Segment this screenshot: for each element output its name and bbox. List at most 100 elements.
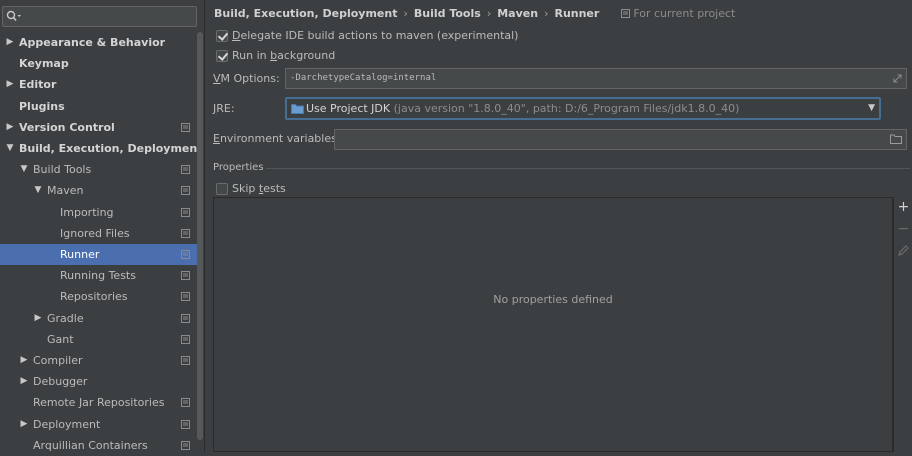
collapsed-arrow-icon[interactable]: ▶	[18, 371, 30, 392]
expanded-arrow-icon[interactable]: ▼	[18, 159, 30, 180]
project-scope-icon	[181, 398, 190, 408]
sidebar-item-gradle[interactable]: ▶ Gradle	[0, 308, 203, 329]
run-in-background-label: Run in background	[232, 49, 336, 62]
remove-property-button[interactable]: −	[896, 222, 911, 237]
project-scope-icon	[621, 9, 631, 18]
sidebar-item-debugger[interactable]: ▶ Debugger	[0, 371, 203, 392]
sidebar-item-label: Build, Execution, Deployment	[19, 142, 203, 155]
sidebar-item-label: Deployment	[33, 417, 101, 431]
collapsed-arrow-icon[interactable]: ▶	[18, 414, 30, 435]
breadcrumb-item: Maven	[497, 7, 539, 20]
browse-folder-icon[interactable]	[890, 134, 902, 144]
project-scope-icon	[181, 186, 190, 196]
breadcrumb-separator: ›	[486, 7, 492, 20]
sidebar-item-label: Editor	[19, 78, 57, 92]
collapsed-arrow-icon[interactable]: ▶	[4, 32, 16, 53]
skip-tests-label: Skip tests	[232, 182, 286, 195]
skip-tests-checkbox[interactable]	[216, 183, 228, 195]
sidebar-item-build-execution-deployment[interactable]: ▼ Build, Execution, Deployment	[0, 138, 203, 159]
vm-options-label: VM Options:	[213, 72, 280, 85]
vm-options-input[interactable]: -DarchetypeCatalog=internal	[285, 68, 907, 89]
jre-label: JRE:	[213, 102, 235, 115]
settings-sidebar: ▶ Appearance & Behavior Keymap ▶ Editor Plugi…	[0, 0, 205, 452]
project-scope-icon	[181, 122, 190, 132]
expanded-arrow-icon[interactable]: ▼	[4, 138, 16, 159]
project-scope-icon	[181, 313, 190, 323]
sidebar-item-remote-jar-repositories[interactable]: Remote Jar Repositories	[0, 392, 203, 413]
sidebar-item-label: Plugins	[19, 99, 65, 113]
collapsed-arrow-icon[interactable]: ▶	[18, 350, 30, 371]
project-scope-icon	[181, 250, 190, 259]
breadcrumb-item: Runner	[554, 7, 600, 20]
sidebar-item-label: Running Tests	[60, 269, 136, 283]
runner-settings-panel: Build, Execution, Deployment › Build Tools…	[206, 0, 912, 452]
sidebar-item-running-tests[interactable]: Running Tests	[0, 265, 203, 286]
project-scope-icon	[181, 334, 190, 344]
properties-empty-message: No properties defined	[493, 293, 613, 306]
sidebar-item-compiler[interactable]: ▶ Compiler	[0, 350, 203, 371]
collapsed-arrow-icon[interactable]: ▶	[32, 308, 44, 329]
run-in-background-checkbox[interactable]	[216, 50, 228, 62]
project-scope-icon	[181, 292, 190, 302]
delegate-build-checkbox[interactable]	[216, 30, 228, 42]
sidebar-item-arquillian-containers[interactable]: Arquillian Containers	[0, 435, 203, 456]
project-scope-icon	[181, 165, 190, 175]
sidebar-item-runner[interactable]: Runner	[0, 244, 203, 265]
sidebar-item-label: Compiler	[33, 354, 83, 367]
sidebar-item-appearance-behavior[interactable]: ▶ Appearance & Behavior	[0, 32, 203, 53]
delegate-build-label: Delegate IDE build actions to maven (exp…	[232, 29, 519, 42]
sidebar-scrollbar[interactable]	[197, 32, 203, 440]
sidebar-item-gant[interactable]: Gant	[0, 329, 203, 350]
sidebar-item-editor[interactable]: ▶ Editor	[0, 74, 203, 95]
project-scope-icon	[181, 356, 190, 365]
sidebar-item-label: Gradle	[47, 311, 84, 325]
project-scope-note: For current project	[621, 7, 735, 20]
jdk-folder-icon	[291, 104, 304, 114]
sidebar-item-label: Remote Jar Repositories	[33, 396, 165, 410]
sidebar-item-label: Repositories	[60, 290, 128, 304]
sidebar-item-label: Debugger	[33, 375, 88, 389]
breadcrumb-separator: ›	[544, 7, 549, 20]
breadcrumb: Build, Execution, Deployment › Build Tools…	[214, 6, 735, 22]
project-scope-icon	[181, 271, 190, 281]
sidebar-item-deployment[interactable]: ▶ Deployment	[0, 414, 203, 435]
sidebar-item-build-tools[interactable]: ▼ Build Tools	[0, 159, 203, 180]
properties-divider	[266, 168, 910, 169]
project-scope-icon	[181, 228, 190, 238]
sidebar-item-plugins[interactable]: Plugins	[0, 96, 203, 117]
expand-icon[interactable]	[892, 73, 903, 84]
settings-search-input[interactable]	[2, 6, 197, 27]
jre-selected-value: Use Project JDK (java version "1.8.0_40"…	[306, 102, 740, 115]
sidebar-item-repositories[interactable]: Repositories	[0, 286, 203, 307]
breadcrumb-item: Build, Execution, Deployment	[214, 7, 398, 20]
sidebar-item-label: Maven	[47, 184, 84, 198]
sidebar-item-label: Runner	[60, 248, 100, 261]
project-scope-label: For current project	[633, 7, 736, 20]
sidebar-item-label: Keymap	[19, 57, 69, 71]
project-scope-icon	[181, 440, 190, 450]
sidebar-item-importing[interactable]: Importing	[0, 202, 203, 223]
sidebar-item-label: Importing	[60, 205, 114, 219]
collapsed-arrow-icon[interactable]: ▶	[4, 74, 16, 95]
add-property-button[interactable]: +	[896, 200, 911, 215]
sidebar-item-version-control[interactable]: ▶ Version Control	[0, 117, 203, 138]
sidebar-item-label: Arquillian Containers	[33, 438, 148, 452]
search-icon	[6, 10, 21, 22]
sidebar-item-label: Gant	[47, 332, 74, 346]
properties-table[interactable]: No properties defined	[213, 197, 893, 452]
chevron-down-icon: ▼	[868, 103, 875, 113]
collapsed-arrow-icon[interactable]: ▶	[4, 117, 16, 138]
properties-toolbar: + −	[893, 197, 912, 452]
sidebar-item-keymap[interactable]: Keymap	[0, 53, 203, 74]
breadcrumb-item: Build Tools	[413, 7, 481, 20]
expanded-arrow-icon[interactable]: ▼	[32, 180, 44, 201]
sidebar-item-ignored-files[interactable]: Ignored Files	[0, 223, 203, 244]
sidebar-item-label: Appearance & Behavior	[19, 36, 166, 49]
pencil-icon	[898, 245, 909, 256]
environment-variables-input[interactable]	[334, 129, 907, 150]
sidebar-item-maven[interactable]: ▼ Maven	[0, 180, 203, 201]
breadcrumb-separator: ›	[403, 7, 408, 20]
edit-property-button[interactable]	[896, 244, 911, 259]
jre-dropdown[interactable]: Use Project JDK (java version "1.8.0_40"…	[285, 97, 881, 120]
vm-options-value: -DarchetypeCatalog=internal	[290, 73, 437, 83]
